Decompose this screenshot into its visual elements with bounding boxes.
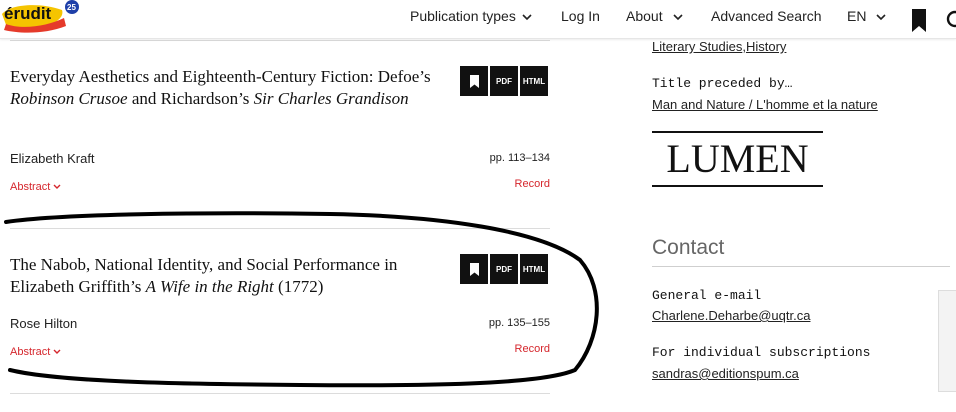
html-button[interactable]: HTML	[520, 254, 548, 284]
record-link[interactable]: Record	[515, 178, 550, 190]
bookmark-icon	[469, 262, 479, 276]
abstract-toggle[interactable]: Abstract	[10, 346, 61, 358]
chevron-down-icon	[53, 184, 61, 190]
preceded-by-link[interactable]: Man and Nature / L'homme et la nature	[652, 97, 878, 112]
nav-publication-types[interactable]: Publication types	[410, 8, 532, 24]
erudit-logo[interactable]: érudit 25	[0, 0, 84, 34]
discipline-link-history[interactable]: History	[746, 39, 786, 54]
article-item: Everyday Aesthetics and Eighteenth-Centu…	[10, 66, 550, 206]
general-email-link[interactable]: Charlene.Deharbe@uqtr.ca	[652, 308, 810, 323]
chevron-down-icon	[53, 349, 61, 355]
record-link[interactable]: Record	[515, 343, 550, 355]
bookmark-icon[interactable]	[911, 9, 927, 33]
pdf-button[interactable]: PDF	[490, 66, 518, 96]
search-icon[interactable]	[945, 10, 956, 30]
contact-heading: Contact	[652, 236, 725, 259]
discipline-link-literary-studies[interactable]: Literary Studies	[652, 39, 742, 54]
divider	[10, 228, 550, 229]
article-pages: pp. 113–134	[489, 152, 550, 164]
abstract-label: Abstract	[10, 181, 51, 193]
article-title[interactable]: Everyday Aesthetics and Eighteenth-Centu…	[10, 66, 440, 110]
divider	[10, 40, 550, 41]
lumen-logo-top-rule	[652, 131, 823, 133]
divider	[10, 393, 550, 394]
nav-about-label: About	[626, 8, 663, 24]
nav-publication-types-label: Publication types	[410, 8, 516, 24]
chevron-down-icon	[673, 14, 683, 20]
brand-badge: 25	[67, 3, 76, 12]
discipline-links: Literary Studies, History	[652, 39, 786, 54]
lumen-logo-bottom-rule	[652, 185, 823, 187]
top-navigation-bar: érudit 25 Publication types Log In About…	[0, 0, 956, 39]
html-button[interactable]: HTML	[520, 66, 548, 96]
nav-language-label: EN	[847, 8, 867, 24]
brand-name: érudit	[4, 4, 52, 23]
article-actions: PDF HTML	[460, 254, 548, 284]
bookmark-button[interactable]	[460, 254, 488, 284]
chevron-down-icon	[522, 14, 532, 20]
article-title[interactable]: The Nabob, National Identity, and Social…	[10, 254, 440, 298]
bookmark-button[interactable]	[460, 66, 488, 96]
abstract-toggle[interactable]: Abstract	[10, 181, 61, 193]
bookmark-icon	[469, 74, 479, 88]
divider	[652, 266, 950, 267]
subscriptions-email-link[interactable]: sandras@editionspum.ca	[652, 366, 799, 381]
article-pages: pp. 135–155	[488, 317, 550, 329]
lumen-logo-text: LUMEN	[666, 136, 809, 181]
article-author[interactable]: Rose Hilton	[10, 316, 77, 331]
nav-about[interactable]: About	[626, 8, 683, 24]
chevron-down-icon	[876, 14, 887, 20]
nav-advanced-search[interactable]: Advanced Search	[711, 8, 822, 24]
preceded-by-label: Title preceded by…	[652, 76, 793, 91]
pdf-button[interactable]: PDF	[490, 254, 518, 284]
side-feedback-widget[interactable]	[938, 290, 956, 392]
nav-login[interactable]: Log In	[561, 8, 600, 24]
article-item: The Nabob, National Identity, and Social…	[10, 254, 550, 374]
abstract-label: Abstract	[10, 346, 51, 358]
lumen-logo[interactable]: LUMEN	[652, 131, 823, 187]
subscriptions-label: For individual subscriptions	[652, 345, 871, 360]
nav-language[interactable]: EN	[847, 8, 887, 24]
article-author[interactable]: Elizabeth Kraft	[10, 151, 95, 166]
general-email-label: General e-mail	[652, 288, 762, 303]
article-actions: PDF HTML	[460, 66, 548, 96]
